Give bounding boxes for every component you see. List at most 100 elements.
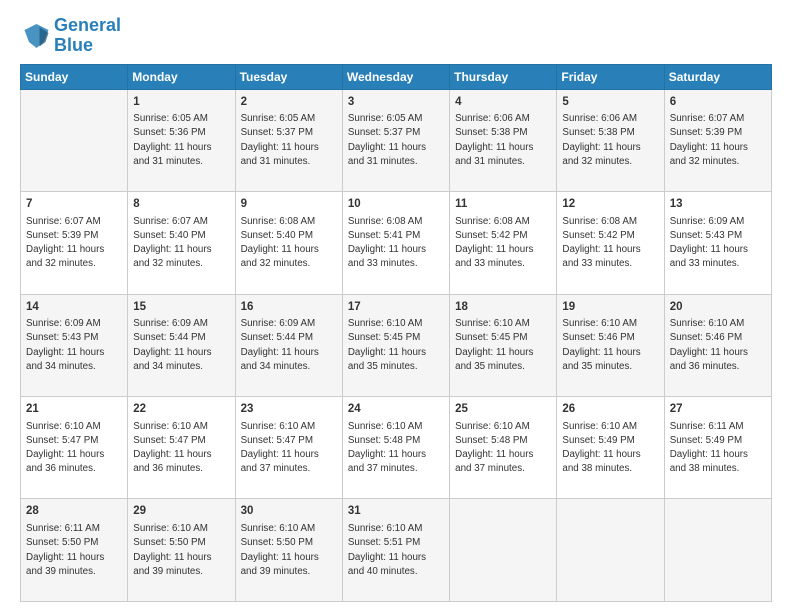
calendar-cell: 13 Sunrise: 6:09 AM Sunset: 5:43 PM Dayli… (664, 192, 771, 294)
header-day-tuesday: Tuesday (235, 64, 342, 89)
week-row-1: 7 Sunrise: 6:07 AM Sunset: 5:39 PM Daylig… (21, 192, 772, 294)
calendar-cell: 29 Sunrise: 6:10 AM Sunset: 5:50 PM Dayli… (128, 499, 235, 602)
day-info: Sunrise: 6:10 AM Sunset: 5:48 PM Dayligh… (348, 420, 444, 477)
calendar-cell: 9 Sunrise: 6:08 AM Sunset: 5:40 PM Daylig… (235, 192, 342, 294)
day-number: 26 (562, 401, 658, 418)
day-info: Sunrise: 6:11 AM Sunset: 5:49 PM Dayligh… (670, 420, 766, 477)
day-info: Sunrise: 6:10 AM Sunset: 5:49 PM Dayligh… (562, 420, 658, 477)
calendar-cell: 16Sunrise: 6:09 AM Sunset: 5:44 PM Dayli… (235, 294, 342, 396)
day-info: Sunrise: 6:08 AM Sunset: 5:42 PM Dayligh… (562, 215, 658, 272)
day-info: Sunrise: 6:05 AM Sunset: 5:37 PM Dayligh… (241, 112, 337, 169)
calendar-cell: 14Sunrise: 6:09 AM Sunset: 5:43 PM Dayli… (21, 294, 128, 396)
calendar-table: SundayMondayTuesdayWednesdayThursdayFrid… (20, 64, 772, 602)
day-number: 11 (455, 196, 551, 213)
day-number: 17 (348, 299, 444, 316)
calendar-header-row: SundayMondayTuesdayWednesdayThursdayFrid… (21, 64, 772, 89)
calendar-cell: 26 Sunrise: 6:10 AM Sunset: 5:49 PM Dayli… (557, 397, 664, 499)
day-info: Sunrise: 6:07 AM Sunset: 5:39 PM Dayligh… (670, 112, 766, 169)
calendar-cell: 7 Sunrise: 6:07 AM Sunset: 5:39 PM Daylig… (21, 192, 128, 294)
week-row-0: 1Sunrise: 6:05 AM Sunset: 5:36 PM Daylig… (21, 89, 772, 191)
calendar-cell: 2Sunrise: 6:05 AM Sunset: 5:37 PM Daylig… (235, 89, 342, 191)
day-info: Sunrise: 6:05 AM Sunset: 5:36 PM Dayligh… (133, 112, 229, 169)
header-day-wednesday: Wednesday (342, 64, 449, 89)
day-number: 19 (562, 299, 658, 316)
day-info: Sunrise: 6:09 AM Sunset: 5:44 PM Dayligh… (241, 317, 337, 374)
calendar-cell: 4Sunrise: 6:06 AM Sunset: 5:38 PM Daylig… (450, 89, 557, 191)
header-day-sunday: Sunday (21, 64, 128, 89)
day-number: 30 (241, 503, 337, 520)
calendar-cell: 5Sunrise: 6:06 AM Sunset: 5:38 PM Daylig… (557, 89, 664, 191)
calendar-cell: 11 Sunrise: 6:08 AM Sunset: 5:42 PM Dayli… (450, 192, 557, 294)
calendar-cell: 28 Sunrise: 6:11 AM Sunset: 5:50 PM Dayli… (21, 499, 128, 602)
calendar-cell: 21Sunrise: 6:10 AM Sunset: 5:47 PM Dayli… (21, 397, 128, 499)
day-number: 8 (133, 196, 229, 213)
day-number: 3 (348, 94, 444, 111)
calendar-cell: 23 Sunrise: 6:10 AM Sunset: 5:47 PM Dayli… (235, 397, 342, 499)
day-info: Sunrise: 6:10 AM Sunset: 5:50 PM Dayligh… (241, 522, 337, 579)
day-number: 15 (133, 299, 229, 316)
week-row-3: 21 Sunrise: 6:10 AM Sunset: 5:47 PM Dayli… (21, 397, 772, 499)
day-number: 22 (133, 401, 229, 418)
week-row-2: 14Sunrise: 6:09 AM Sunset: 5:43 PM Dayli… (21, 294, 772, 396)
header-day-monday: Monday (128, 64, 235, 89)
day-number: 21 (26, 401, 122, 418)
calendar-cell: 10Sunrise: 6:08 AM Sunset: 5:41 PM Dayli… (342, 192, 449, 294)
day-info: Sunrise: 6:11 AM Sunset: 5:50 PM Dayligh… (26, 522, 122, 579)
calendar-body: 1Sunrise: 6:05 AM Sunset: 5:36 PM Daylig… (21, 89, 772, 601)
calendar-cell: 27Sunrise: 6:11 AM Sunset: 5:49 PM Dayli… (664, 397, 771, 499)
day-info: Sunrise: 6:08 AM Sunset: 5:42 PM Dayligh… (455, 215, 551, 272)
calendar-cell (664, 499, 771, 602)
day-info: Sunrise: 6:08 AM Sunset: 5:40 PM Dayligh… (241, 215, 337, 272)
day-info: Sunrise: 6:10 AM Sunset: 5:50 PM Dayligh… (133, 522, 229, 579)
day-info: Sunrise: 6:10 AM Sunset: 5:51 PM Dayligh… (348, 522, 444, 579)
calendar-cell: 31Sunrise: 6:10 AM Sunset: 5:51 PM Dayli… (342, 499, 449, 602)
day-number: 5 (562, 94, 658, 111)
day-info: Sunrise: 6:08 AM Sunset: 5:41 PM Dayligh… (348, 215, 444, 272)
day-info: Sunrise: 6:10 AM Sunset: 5:46 PM Dayligh… (562, 317, 658, 374)
header-day-friday: Friday (557, 64, 664, 89)
day-number: 29 (133, 503, 229, 520)
day-number: 12 (562, 196, 658, 213)
week-row-4: 28 Sunrise: 6:11 AM Sunset: 5:50 PM Dayli… (21, 499, 772, 602)
day-number: 13 (670, 196, 766, 213)
day-number: 9 (241, 196, 337, 213)
day-info: Sunrise: 6:10 AM Sunset: 5:47 PM Dayligh… (241, 420, 337, 477)
calendar-cell: 6Sunrise: 6:07 AM Sunset: 5:39 PM Daylig… (664, 89, 771, 191)
calendar-cell: 30 Sunrise: 6:10 AM Sunset: 5:50 PM Dayli… (235, 499, 342, 602)
calendar-cell: 18Sunrise: 6:10 AM Sunset: 5:45 PM Dayli… (450, 294, 557, 396)
calendar-cell: 25 Sunrise: 6:10 AM Sunset: 5:48 PM Dayli… (450, 397, 557, 499)
day-number: 23 (241, 401, 337, 418)
day-number: 24 (348, 401, 444, 418)
header: General Blue (20, 16, 772, 56)
calendar-cell: 24 Sunrise: 6:10 AM Sunset: 5:48 PM Dayli… (342, 397, 449, 499)
day-number: 25 (455, 401, 551, 418)
calendar-cell: 1Sunrise: 6:05 AM Sunset: 5:36 PM Daylig… (128, 89, 235, 191)
day-info: Sunrise: 6:07 AM Sunset: 5:40 PM Dayligh… (133, 215, 229, 272)
day-number: 7 (26, 196, 122, 213)
header-day-thursday: Thursday (450, 64, 557, 89)
calendar-cell: 12 Sunrise: 6:08 AM Sunset: 5:42 PM Dayli… (557, 192, 664, 294)
logo-text: General Blue (54, 16, 121, 56)
calendar-cell: 20Sunrise: 6:10 AM Sunset: 5:46 PM Dayli… (664, 294, 771, 396)
calendar-cell: 19Sunrise: 6:10 AM Sunset: 5:46 PM Dayli… (557, 294, 664, 396)
day-number: 14 (26, 299, 122, 316)
day-info: Sunrise: 6:06 AM Sunset: 5:38 PM Dayligh… (455, 112, 551, 169)
calendar-cell: 17Sunrise: 6:10 AM Sunset: 5:45 PM Dayli… (342, 294, 449, 396)
day-info: Sunrise: 6:09 AM Sunset: 5:44 PM Dayligh… (133, 317, 229, 374)
day-number: 4 (455, 94, 551, 111)
day-number: 28 (26, 503, 122, 520)
day-number: 1 (133, 94, 229, 111)
day-number: 16 (241, 299, 337, 316)
calendar-cell (450, 499, 557, 602)
day-info: Sunrise: 6:07 AM Sunset: 5:39 PM Dayligh… (26, 215, 122, 272)
calendar-cell (21, 89, 128, 191)
day-info: Sunrise: 6:10 AM Sunset: 5:48 PM Dayligh… (455, 420, 551, 477)
day-info: Sunrise: 6:09 AM Sunset: 5:43 PM Dayligh… (26, 317, 122, 374)
calendar-cell: 22Sunrise: 6:10 AM Sunset: 5:47 PM Dayli… (128, 397, 235, 499)
logo: General Blue (20, 16, 121, 56)
calendar-cell: 3Sunrise: 6:05 AM Sunset: 5:37 PM Daylig… (342, 89, 449, 191)
calendar-cell (557, 499, 664, 602)
day-info: Sunrise: 6:09 AM Sunset: 5:43 PM Dayligh… (670, 215, 766, 272)
header-day-saturday: Saturday (664, 64, 771, 89)
day-info: Sunrise: 6:10 AM Sunset: 5:46 PM Dayligh… (670, 317, 766, 374)
